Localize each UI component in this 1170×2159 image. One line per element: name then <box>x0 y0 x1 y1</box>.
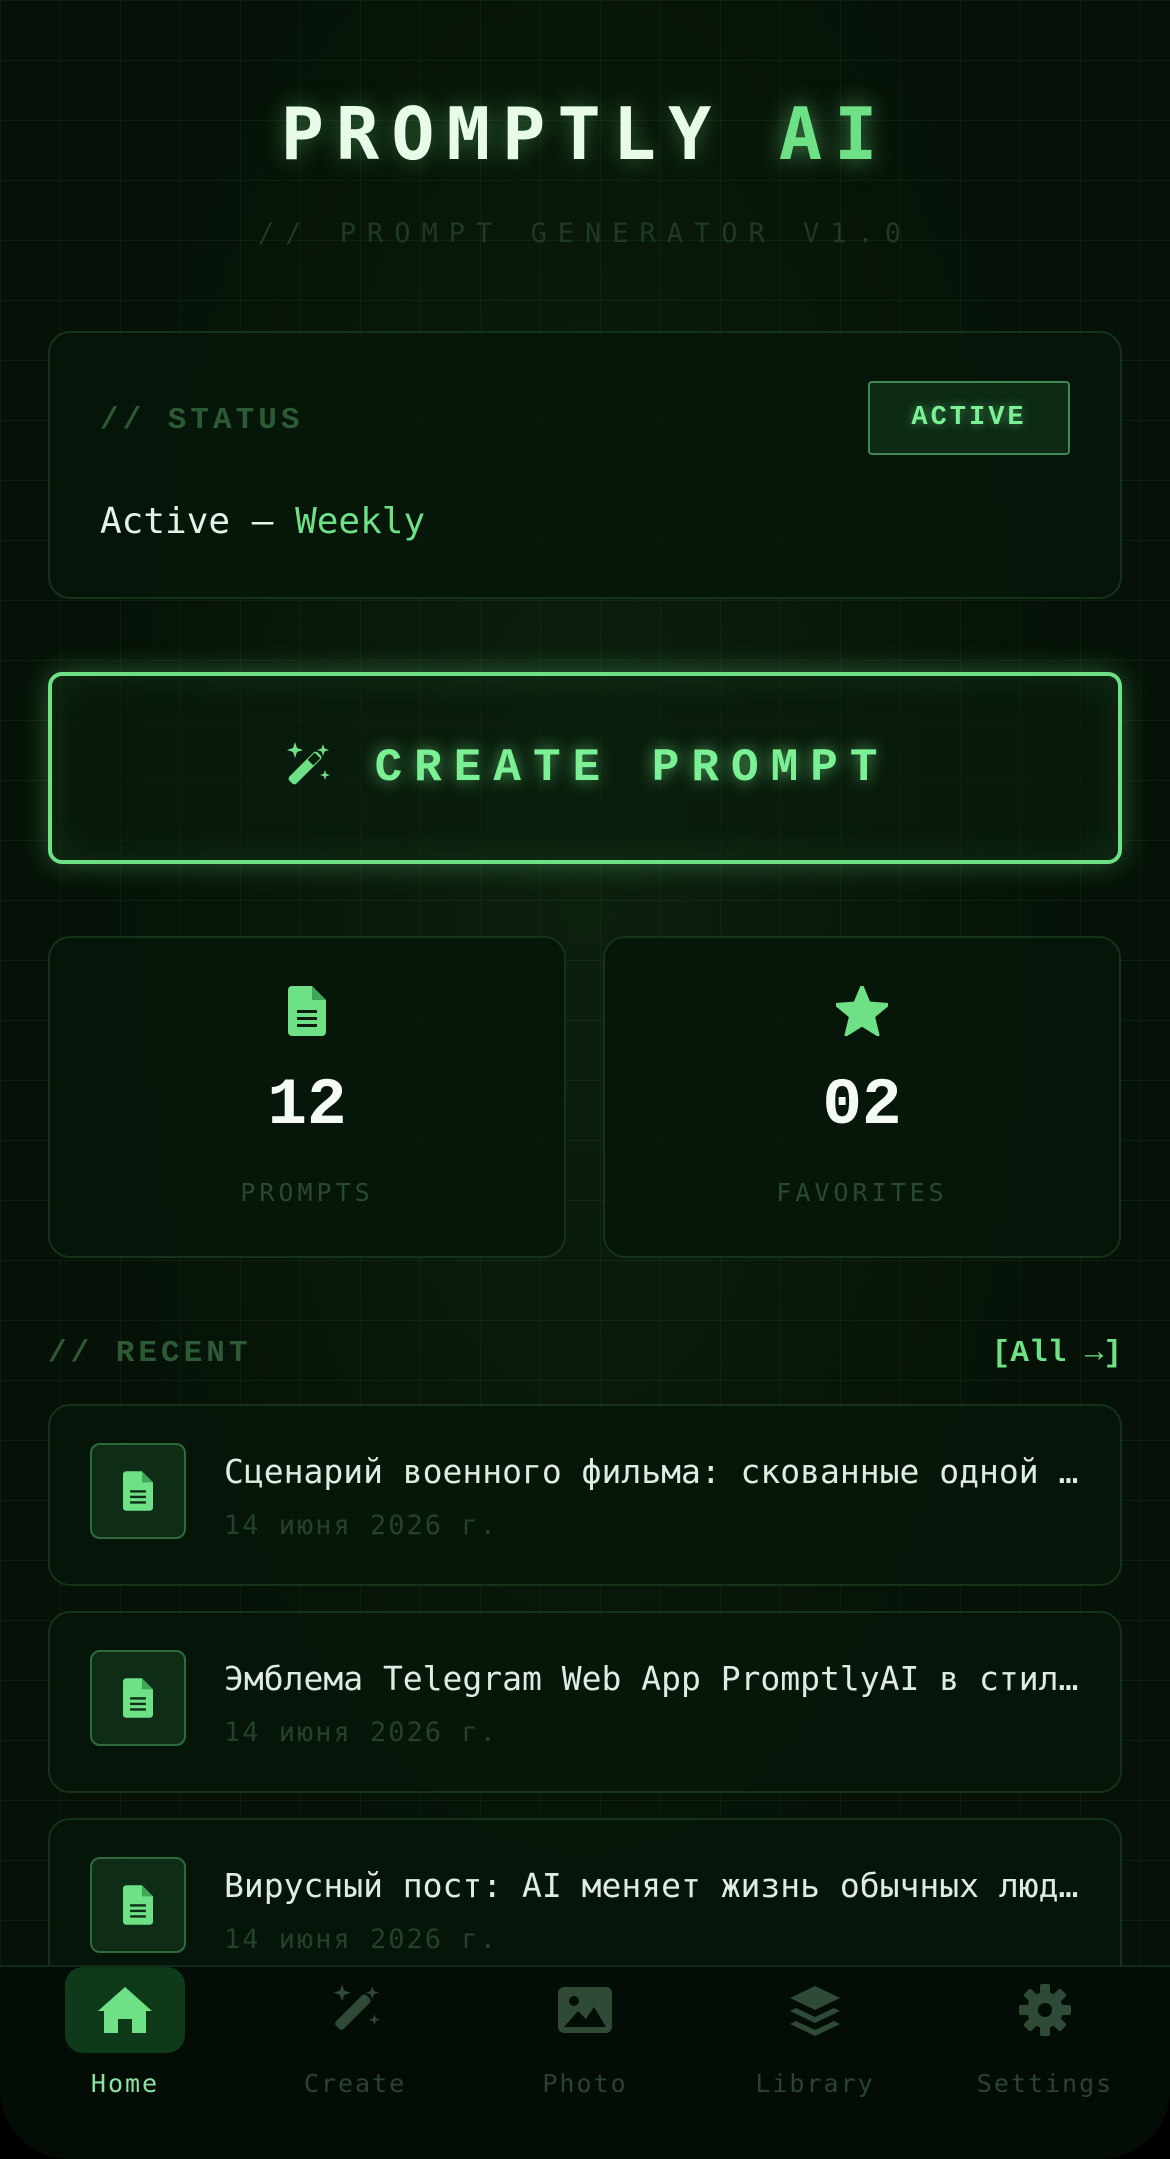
nav-label-create: Create <box>303 2069 407 2098</box>
nav-label-library: Library <box>755 2069 875 2098</box>
list-item-date: 14 июня 2026 г. <box>224 1717 498 1748</box>
list-item-date: 14 июня 2026 г. <box>224 1924 498 1955</box>
list-item[interactable]: Сценарий военного фильма: скованные одно… <box>48 1404 1122 1586</box>
recent-header: // RECENT [All →] <box>48 1336 1122 1376</box>
status-state: Active <box>100 501 231 542</box>
list-item-title: Сценарий военного фильма: скованные одно… <box>224 1452 1080 1491</box>
nav-item-settings[interactable]: Settings <box>928 1967 1162 2159</box>
app-subtitle: // PROMPT GENERATOR V1.0 <box>257 218 913 249</box>
create-prompt-button[interactable]: CREATE PROMPT <box>48 672 1122 864</box>
gear-icon <box>985 1967 1105 2053</box>
prompts-label: PROMPTS <box>240 1178 374 1207</box>
app-title: PROMPTLY AI <box>0 92 1170 176</box>
document-icon <box>90 1650 186 1746</box>
prompts-count: 12 <box>267 1068 347 1143</box>
status-line: Active — Weekly <box>100 501 425 542</box>
home-icon <box>65 1967 185 2053</box>
list-item[interactable]: Эмблема Telegram Web App PromptlyAI в ст… <box>48 1611 1122 1793</box>
bottom-nav: Home Create Photo Library Settings <box>0 1965 1170 2159</box>
status-plan: Weekly <box>295 501 426 542</box>
app-title-accent: AI <box>778 92 890 176</box>
list-item-date: 14 июня 2026 г. <box>224 1510 498 1541</box>
stat-card-prompts[interactable]: 12 PROMPTS <box>48 936 566 1258</box>
recent-section-label: // RECENT <box>48 1336 252 1371</box>
favorites-count: 02 <box>822 1068 902 1143</box>
create-prompt-label: CREATE PROMPT <box>374 742 890 794</box>
nav-item-create[interactable]: Create <box>238 1967 472 2159</box>
nav-label-home: Home <box>90 2069 160 2098</box>
status-badge: ACTIVE <box>868 381 1070 455</box>
document-icon <box>90 1443 186 1539</box>
list-item-title: Вирусный пост: AI меняет жизнь обычных л… <box>224 1866 1080 1905</box>
app-title-main: PROMPTLY <box>280 92 724 176</box>
document-icon <box>50 986 564 1036</box>
app-screen: PROMPTLY AI // PROMPT GENERATOR V1.0 // … <box>0 0 1170 2159</box>
image-icon <box>525 1967 645 2053</box>
status-section-label: // STATUS <box>100 403 304 438</box>
status-card: // STATUS ACTIVE Active — Weekly <box>48 331 1122 599</box>
nav-item-library[interactable]: Library <box>698 1967 932 2159</box>
stat-card-favorites[interactable]: 02 FAVORITES <box>603 936 1121 1258</box>
layers-icon <box>755 1967 875 2053</box>
view-all-link[interactable]: [All →] <box>992 1336 1122 1371</box>
nav-label-photo: Photo <box>542 2069 628 2098</box>
favorites-label: FAVORITES <box>776 1178 948 1207</box>
star-icon <box>605 986 1119 1036</box>
nav-label-settings: Settings <box>976 2069 1114 2098</box>
document-icon <box>90 1857 186 1953</box>
list-item-title: Эмблема Telegram Web App PromptlyAI в ст… <box>224 1659 1080 1698</box>
status-separator: — <box>230 501 296 542</box>
magic-wand-icon <box>281 740 333 796</box>
nav-item-home[interactable]: Home <box>8 1967 242 2159</box>
magic-wand-icon <box>295 1967 415 2053</box>
nav-item-photo[interactable]: Photo <box>468 1967 702 2159</box>
